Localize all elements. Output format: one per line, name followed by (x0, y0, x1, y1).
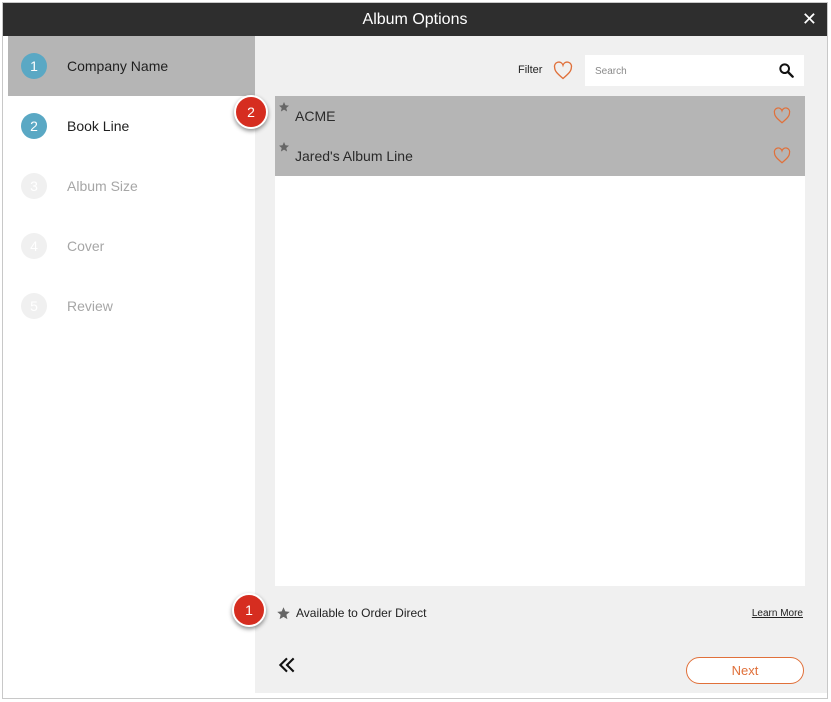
step-number-badge: 2 (21, 113, 47, 139)
book-line-name: Jared's Album Line (295, 148, 413, 164)
list-item[interactable]: ACME (275, 96, 805, 136)
window-title: Album Options (362, 11, 468, 28)
step-number-badge: 4 (21, 233, 47, 259)
callout-marker: 1 (232, 593, 266, 627)
search-box (585, 55, 804, 88)
star-icon (279, 142, 289, 152)
step-company-name[interactable]: 1 Company Name (8, 36, 255, 96)
heart-icon[interactable] (773, 147, 791, 165)
double-chevron-left-icon[interactable] (277, 655, 297, 675)
search-input[interactable] (593, 55, 777, 88)
star-icon (277, 607, 290, 620)
filter-label: Filter (518, 64, 543, 76)
list-item[interactable]: Jared's Album Line (275, 136, 805, 176)
step-album-size: 3 Album Size (8, 156, 255, 216)
step-book-line[interactable]: 2 Book Line (8, 96, 255, 156)
step-review: 5 Review (8, 276, 255, 336)
next-button[interactable]: Next (686, 657, 804, 684)
step-number-badge: 5 (21, 293, 47, 319)
step-label: Company Name (67, 58, 169, 74)
album-options-window: Album Options ✕ 1 Company Name 2 Book Li… (2, 2, 828, 699)
title-bar: Album Options ✕ (3, 3, 827, 36)
step-cover: 4 Cover (8, 216, 255, 276)
heart-icon[interactable] (553, 61, 573, 81)
heart-icon[interactable] (773, 107, 791, 125)
steps-sidebar: 1 Company Name 2 Book Line 3 Album Size … (8, 36, 255, 693)
book-line-panel: Filter ACME (255, 36, 827, 693)
step-label: Review (67, 298, 113, 314)
star-icon (279, 102, 289, 112)
learn-more-link[interactable]: Learn More (752, 608, 803, 619)
step-number-badge: 1 (21, 53, 47, 79)
book-line-name: ACME (295, 108, 336, 124)
callout-marker: 2 (234, 95, 268, 129)
close-icon[interactable]: ✕ (802, 3, 817, 36)
step-label: Album Size (67, 178, 138, 194)
book-line-list: ACME Jared's Album Line (275, 96, 805, 586)
step-label: Book Line (67, 118, 130, 134)
step-label: Cover (67, 238, 105, 254)
step-number-badge: 3 (21, 173, 47, 199)
legend-text: Available to Order Direct (296, 606, 427, 620)
search-icon[interactable] (778, 62, 794, 78)
